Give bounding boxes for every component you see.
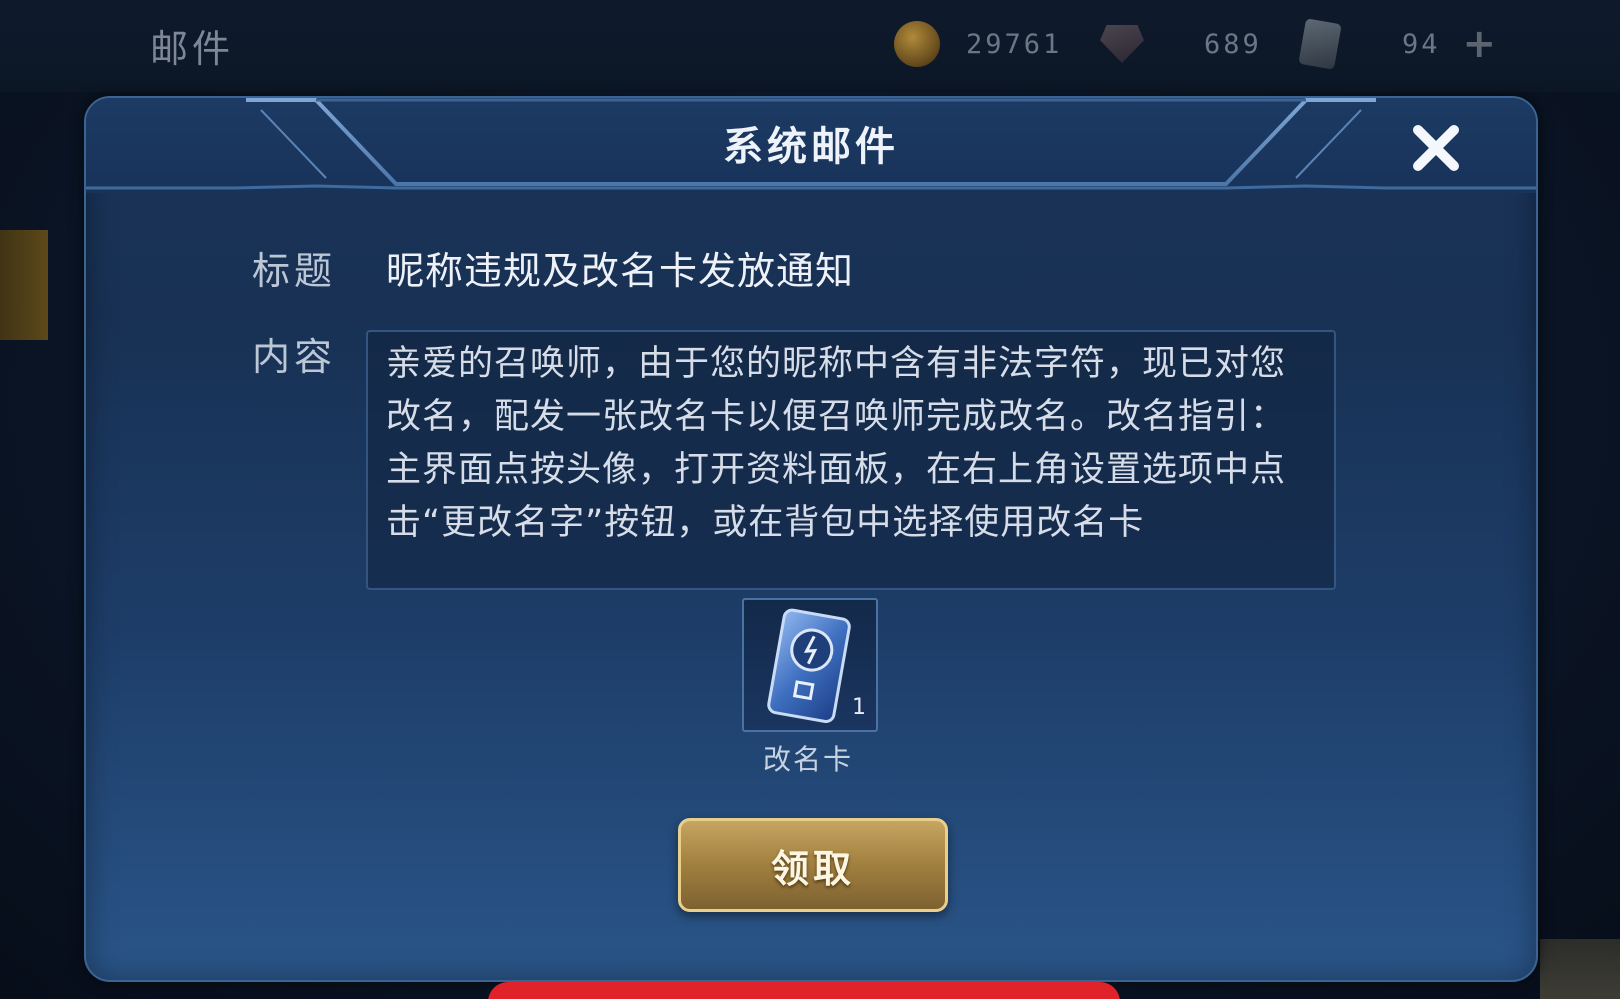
claim-button[interactable]: 领取 <box>678 818 948 912</box>
diamond-resource: 689 <box>1100 22 1262 66</box>
page-title: 邮件 <box>150 27 235 71</box>
close-button[interactable] <box>1406 118 1466 178</box>
subject-label: 标题 <box>252 249 337 293</box>
attachment-count: 1 <box>852 695 866 720</box>
content-text: 亲爱的召唤师，由于您的昵称中含有非法字符，现已对您改名，配发一张改名卡以便召唤师… <box>386 344 1287 543</box>
voucher-icon <box>1298 18 1342 70</box>
voucher-resource: 94 + <box>1298 18 1500 70</box>
close-icon <box>1413 125 1459 171</box>
gold-coin-icon <box>894 21 940 67</box>
content-label: 内容 <box>252 335 337 379</box>
diamond-icon <box>1100 25 1144 63</box>
right-decoration <box>1540 939 1620 999</box>
side-tab[interactable] <box>0 230 48 340</box>
game-screen: 邮件 29761 689 94 + 系统邮件 标题 昵称违规及改名卡发放通知 内… <box>0 0 1620 999</box>
diamond-amount: 689 <box>1204 28 1262 60</box>
content-box[interactable]: 亲爱的召唤师，由于您的昵称中含有非法字符，现已对您改名，配发一张改名卡以便召唤师… <box>366 330 1336 590</box>
plus-icon[interactable]: + <box>1463 21 1500 67</box>
attachment-slot[interactable]: 1 <box>742 598 878 732</box>
gold-resource: 29761 <box>894 21 1063 67</box>
bottom-banner <box>488 982 1120 999</box>
subject-value: 昵称违规及改名卡发放通知 <box>386 249 855 293</box>
attachment-name: 改名卡 <box>762 743 853 776</box>
gold-amount: 29761 <box>966 28 1063 60</box>
top-bar: 邮件 29761 689 94 + <box>0 0 1620 92</box>
system-mail-dialog: 系统邮件 标题 昵称违规及改名卡发放通知 内容 亲爱的召唤师，由于您的昵称中含有… <box>84 96 1538 982</box>
dialog-header: 系统邮件 <box>86 98 1536 193</box>
claim-button-label: 领取 <box>770 846 855 891</box>
dialog-title: 系统邮件 <box>723 124 899 170</box>
voucher-amount: 94 <box>1402 28 1441 60</box>
